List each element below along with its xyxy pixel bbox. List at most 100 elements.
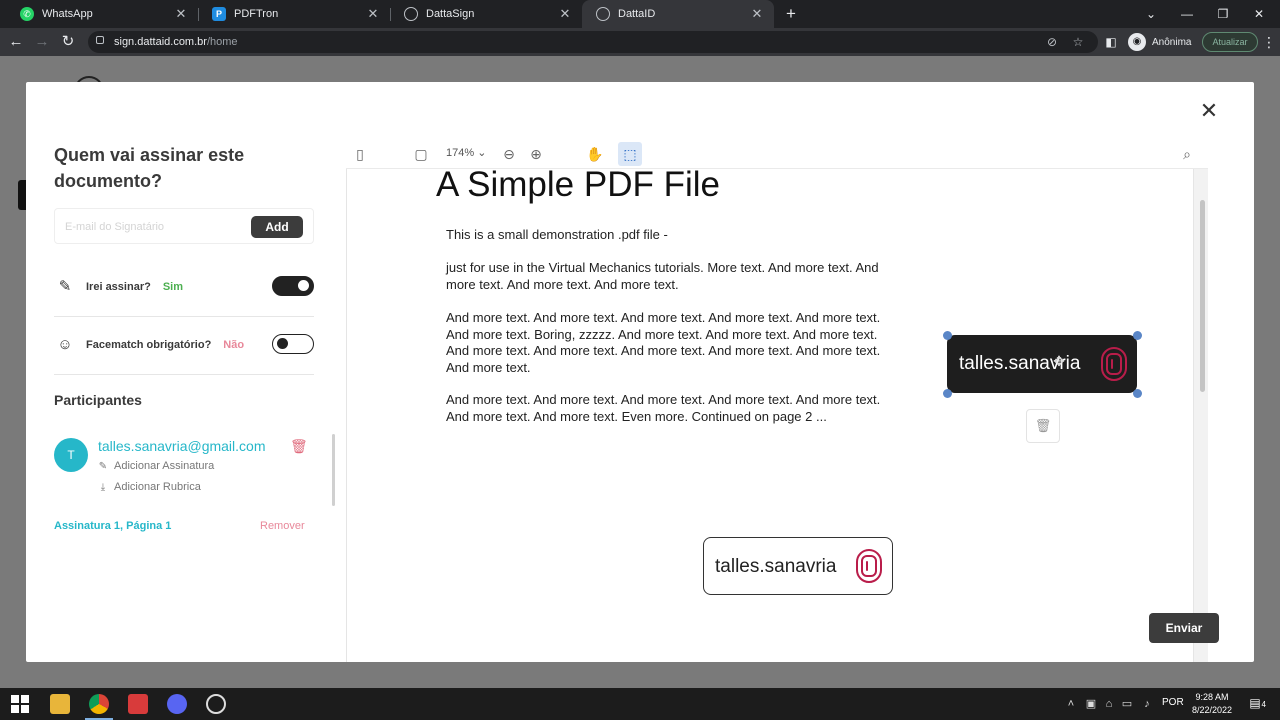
- signature-field-selected[interactable]: talles.sanavria: [947, 335, 1137, 393]
- windows-start-icon[interactable]: [10, 694, 30, 714]
- pencil-icon: ✎: [98, 460, 108, 472]
- notification-count: 4: [1261, 700, 1266, 709]
- chrome-icon[interactable]: [89, 694, 109, 714]
- add-initials-link[interactable]: ⤓ Adicionar Rubrica: [96, 481, 201, 493]
- reload-icon[interactable]: ↻: [58, 32, 78, 52]
- back-arrow-icon[interactable]: ←: [6, 32, 26, 52]
- close-icon[interactable]: ✕: [174, 6, 188, 22]
- add-initials-label: Adicionar Rubrica: [114, 481, 201, 493]
- zoom-in-icon[interactable]: ⊕: [526, 144, 546, 164]
- add-signature-link[interactable]: ✎ Adicionar Assinatura: [96, 460, 214, 472]
- facematch-toggle[interactable]: [272, 334, 314, 354]
- input-language[interactable]: POR: [1162, 697, 1184, 708]
- profile-label: Anônima: [1152, 36, 1192, 48]
- update-button[interactable]: Atualizar: [1202, 32, 1258, 52]
- tray-app-icon[interactable]: ▣: [1084, 696, 1098, 712]
- close-icon[interactable]: ✕: [366, 6, 380, 22]
- close-icon[interactable]: ✕: [1198, 100, 1220, 122]
- windows-taskbar: ˄ ▣ ⌂ ▭ ♪ POR 9:28 AM 8/22/2022 ▤ 4: [0, 688, 1280, 720]
- forward-arrow-icon[interactable]: →: [32, 32, 52, 52]
- pdf-page: A Simple PDF File This is a small demons…: [346, 169, 1194, 662]
- whatsapp-icon: ✆: [20, 7, 34, 21]
- browser-toolbar: ← → ↻ sign.dattaid.com.br/home ⊘ ☆ ◧ ◉ A…: [0, 28, 1280, 56]
- eye-off-icon[interactable]: ⊘: [1044, 34, 1060, 50]
- page-area: ✕ Quem vai assinar este documento? Add ✎…: [0, 56, 1280, 688]
- resize-handle[interactable]: [1133, 331, 1142, 340]
- remove-signature-link[interactable]: Remover: [260, 520, 305, 532]
- delete-signature-button[interactable]: 🗑: [1026, 409, 1060, 443]
- network-icon[interactable]: ⌂: [1102, 696, 1116, 712]
- will-sign-toggle[interactable]: [272, 276, 314, 296]
- start-pane: [21, 695, 29, 703]
- globe-icon: [596, 7, 610, 21]
- facematch-value: Não: [223, 339, 245, 351]
- anydesk-icon[interactable]: [128, 694, 148, 714]
- file-explorer-icon[interactable]: [50, 694, 70, 714]
- send-button[interactable]: Enviar: [1149, 613, 1219, 643]
- side-panel-icon[interactable]: ◧: [1101, 32, 1121, 52]
- window-close-icon[interactable]: ✕: [1242, 0, 1276, 28]
- toggle-knob: [298, 280, 309, 291]
- tab-dattasign[interactable]: DattaSign ✕: [390, 0, 582, 28]
- clock-time: 9:28 AM: [1195, 692, 1229, 702]
- volume-icon[interactable]: ♪: [1140, 696, 1154, 712]
- address-bar[interactable]: sign.dattaid.com.br/home ⊘ ☆: [88, 31, 1098, 53]
- clock[interactable]: 9:28 AM 8/22/2022: [1190, 691, 1234, 717]
- fingerprint-icon: [856, 549, 882, 583]
- tab-dattaid[interactable]: DattaID ✕: [582, 0, 774, 28]
- fit-page-icon[interactable]: ▢: [411, 144, 431, 164]
- add-signature-label: Adicionar Assinatura: [114, 460, 215, 472]
- resize-handle[interactable]: [943, 331, 952, 340]
- star-icon[interactable]: ☆: [1070, 34, 1086, 50]
- maximize-icon[interactable]: ❐: [1206, 0, 1240, 28]
- minimize-icon[interactable]: —: [1170, 0, 1204, 28]
- resize-handle[interactable]: [943, 389, 952, 398]
- discord-icon[interactable]: [167, 694, 187, 714]
- ethernet-icon[interactable]: ▭: [1120, 696, 1134, 712]
- will-sign-label: Irei assinar?: [86, 281, 151, 293]
- lock-icon: [96, 36, 104, 44]
- zoom-select[interactable]: 174% ⌄: [446, 146, 486, 159]
- will-sign-row: ✎ Irei assinar? Sim: [54, 275, 314, 299]
- menu-dots-icon[interactable]: ⋮: [1262, 32, 1276, 52]
- clock-date: 8/22/2022: [1191, 705, 1233, 715]
- doc-title: A Simple PDF File: [436, 169, 720, 204]
- start-pane: [11, 695, 19, 703]
- trash-icon[interactable]: 🗑: [290, 438, 308, 456]
- url-path: /home: [206, 36, 238, 48]
- tab-whatsapp[interactable]: ✆ WhatsApp ✕: [6, 0, 198, 28]
- incognito-profile[interactable]: ◉ Anônima: [1128, 33, 1191, 51]
- face-icon: ☺: [57, 336, 73, 353]
- signature-stamp[interactable]: talles.sanavria: [703, 537, 893, 595]
- obs-icon[interactable]: [206, 694, 226, 714]
- tab-label: DattaSign: [426, 8, 475, 20]
- chevron-up-icon[interactable]: ˄: [1064, 696, 1078, 712]
- close-icon[interactable]: ✕: [750, 6, 764, 22]
- new-tab-button[interactable]: +: [782, 4, 800, 24]
- globe-icon: [404, 7, 418, 21]
- viewer-scrollbar[interactable]: [1200, 200, 1205, 392]
- close-icon[interactable]: ✕: [558, 6, 572, 22]
- tab-pdftron[interactable]: P PDFTron ✕: [198, 0, 390, 28]
- zoom-out-icon[interactable]: ⊖: [499, 144, 519, 164]
- tab-label: WhatsApp: [42, 8, 93, 20]
- pencil-icon: ✎: [58, 278, 72, 295]
- doc-paragraph: And more text. And more text. And more t…: [446, 310, 881, 375]
- start-pane: [21, 705, 29, 713]
- notifications-icon[interactable]: ▤ 4: [1246, 694, 1266, 712]
- pan-hand-icon[interactable]: ✋: [585, 144, 605, 164]
- facematch-label: Facematch obrigatório?: [86, 339, 212, 351]
- participants-scrollbar[interactable]: [332, 434, 335, 506]
- start-pane: [11, 705, 19, 713]
- signer-email-input[interactable]: [65, 217, 240, 237]
- signature-info[interactable]: Assinatura 1, Página 1: [54, 520, 171, 532]
- resize-handle[interactable]: [1133, 389, 1142, 398]
- divider: [54, 374, 314, 375]
- add-signer-button[interactable]: Add: [251, 216, 303, 238]
- search-icon[interactable]: ⌕: [1177, 144, 1197, 164]
- incognito-icon: ◉: [1128, 33, 1146, 51]
- sidebar-toggle-icon[interactable]: ▯: [350, 144, 370, 164]
- chevron-down-icon[interactable]: ⌄: [1134, 0, 1168, 28]
- select-area-icon[interactable]: ⬚: [620, 144, 640, 164]
- fingerprint-ring: [1101, 347, 1127, 381]
